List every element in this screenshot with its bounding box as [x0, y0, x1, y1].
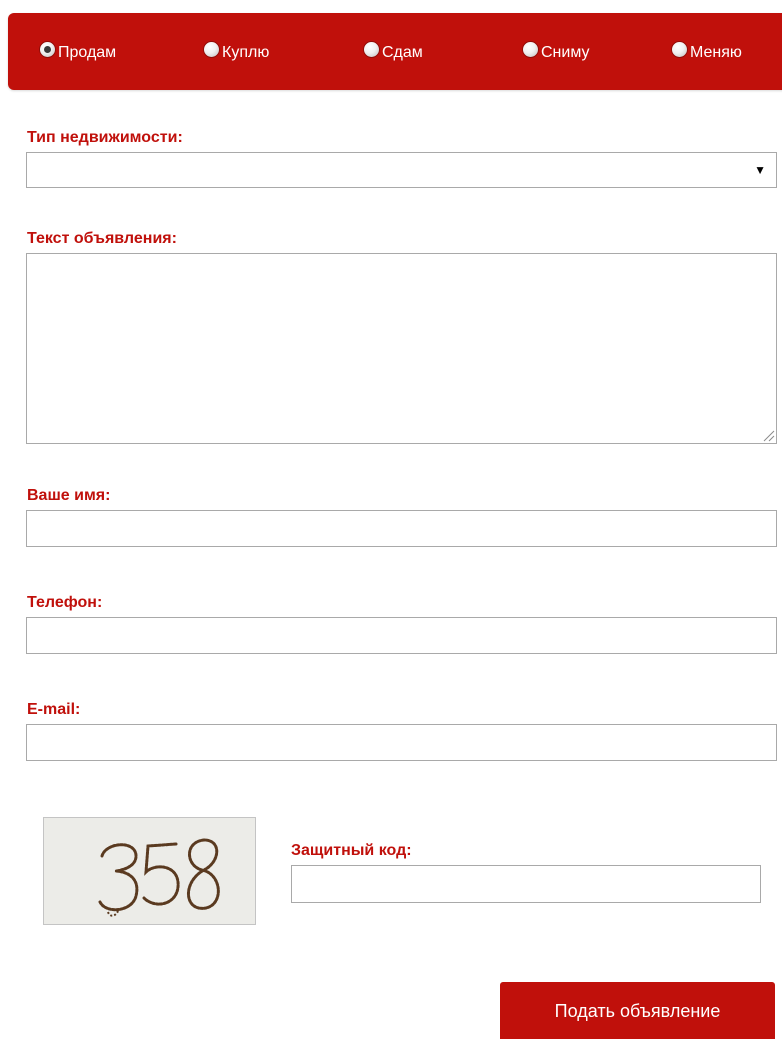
submit-ad-button[interactable]: Подать объявление	[500, 982, 775, 1039]
captcha-digits-icon	[98, 838, 220, 917]
email-input[interactable]	[26, 724, 777, 761]
radio-icon[interactable]	[204, 42, 219, 57]
captcha-image	[43, 817, 256, 925]
radio-option-rent-out[interactable]: Сдам	[364, 13, 423, 90]
resize-grip-icon[interactable]	[762, 429, 775, 442]
ad-text-textarea[interactable]	[26, 253, 777, 444]
email-label: E-mail:	[27, 701, 81, 718]
phone-input[interactable]	[26, 617, 777, 654]
radio-option-rent[interactable]: Сниму	[523, 13, 590, 90]
radio-icon[interactable]	[523, 42, 538, 57]
radio-label-sell: Продам	[58, 43, 117, 61]
radio-icon-checked[interactable]	[40, 42, 55, 57]
phone-label: Телефон:	[27, 594, 103, 611]
radio-option-buy[interactable]: Куплю	[204, 13, 269, 90]
deal-type-bar: Продам Куплю Сдам Сниму Меняю	[8, 13, 782, 90]
dropdown-arrow-icon[interactable]: ▼	[754, 162, 766, 178]
ad-text-label: Текст объявления:	[27, 230, 177, 247]
radio-option-sell[interactable]: Продам	[40, 13, 116, 90]
radio-label-exchange: Меняю	[690, 43, 742, 61]
captcha-input[interactable]	[291, 865, 761, 903]
radio-label-buy: Куплю	[222, 43, 270, 61]
radio-label-rent: Сниму	[541, 43, 590, 61]
name-label: Ваше имя:	[27, 487, 111, 504]
captcha-label: Защитный код:	[291, 842, 412, 859]
property-type-select[interactable]: ▼	[26, 152, 777, 188]
property-type-label: Тип недвижимости:	[27, 129, 183, 146]
radio-icon[interactable]	[672, 42, 687, 57]
radio-option-exchange[interactable]: Меняю	[672, 13, 742, 90]
radio-icon[interactable]	[364, 42, 379, 57]
name-input[interactable]	[26, 510, 777, 547]
radio-label-rent-out: Сдам	[382, 43, 423, 61]
